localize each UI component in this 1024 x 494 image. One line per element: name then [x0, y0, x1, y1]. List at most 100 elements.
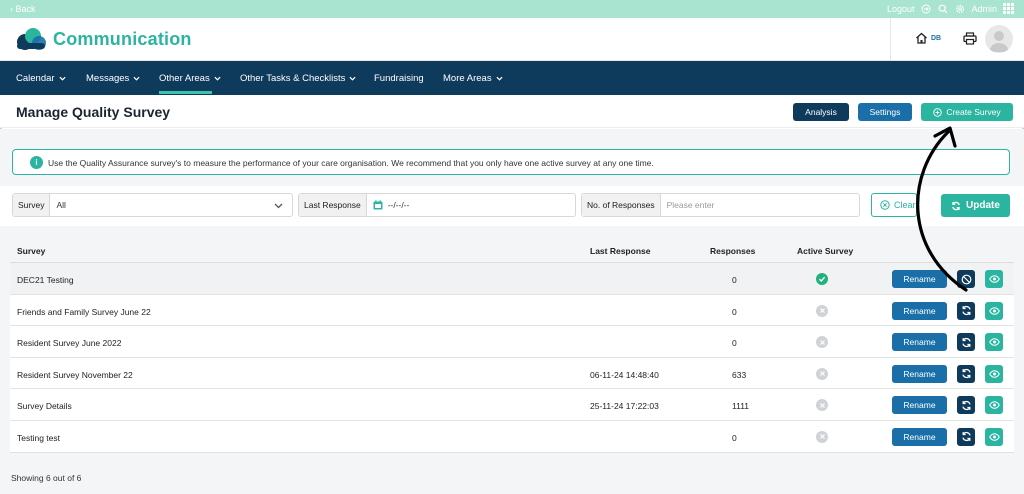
create-survey-button[interactable]: Create Survey	[921, 103, 1013, 121]
view-eye-icon[interactable]	[985, 396, 1003, 415]
table-row: Testing test 0 Rename	[10, 420, 1014, 453]
inactive-cross-icon	[816, 399, 828, 412]
info-banner: i Use the Quality Assurance survey's to …	[12, 149, 1010, 175]
nav-active-indicator	[159, 91, 212, 94]
back-link[interactable]: ‹ Back	[10, 4, 36, 14]
response-count: 0	[732, 432, 737, 443]
nav-label: Fundraising	[374, 73, 424, 84]
survey-name: Resident Survey November 22	[17, 369, 133, 380]
inactive-cross-icon	[816, 304, 828, 317]
survey-select-value: All	[56, 200, 66, 210]
response-count: 1111	[732, 401, 750, 412]
print-icon[interactable]	[963, 32, 977, 50]
app-logo-icon	[15, 27, 49, 51]
nav-label: Other Areas	[159, 73, 210, 84]
home-badge: DB	[931, 34, 942, 42]
table-row: Resident Survey June 2022 0 Rename	[10, 326, 1014, 358]
survey-name: Friends and Family Survey June 22	[17, 306, 151, 317]
nav-more-areas[interactable]: More Areas	[443, 73, 503, 84]
responses-filter[interactable]: No. of Responses Please enter	[581, 193, 860, 217]
plus-circle-icon	[933, 107, 943, 117]
clear-button[interactable]: Clear	[871, 193, 917, 217]
col-last-response: Last Response	[590, 246, 651, 256]
responses-filter-label: No. of Responses	[582, 194, 661, 216]
gear-icon[interactable]	[954, 3, 965, 14]
refresh-icon	[952, 201, 960, 210]
search-icon[interactable]	[937, 3, 948, 14]
top-utility-bar: ‹ Back Logout Admin	[0, 0, 1024, 18]
nav-other-tasks[interactable]: Other Tasks & Checklists	[240, 73, 356, 84]
nav-label: Other Tasks & Checklists	[240, 73, 346, 84]
responses-input[interactable]: Please enter	[661, 194, 859, 216]
main-nav: Calendar Messages Other Areas Other Task…	[0, 61, 1024, 95]
rename-button[interactable]: Rename	[892, 333, 947, 352]
user-name[interactable]: Admin	[971, 4, 997, 14]
last-response-value: --/--/--	[387, 200, 410, 210]
logout-link[interactable]: Logout	[887, 4, 915, 14]
update-button[interactable]: Update	[941, 194, 1010, 217]
close-circle-icon	[880, 200, 890, 210]
home-icon	[916, 32, 927, 44]
activate-refresh-icon[interactable]	[957, 301, 975, 320]
col-responses: Responses	[710, 246, 756, 256]
table-row: Survey Details 25-11-24 17:22:03 1111 Renam…	[10, 389, 1014, 421]
last-response-label: Last Response	[299, 194, 367, 216]
col-survey: Survey	[17, 246, 46, 256]
last-response-filter[interactable]: Last Response --/--/--	[298, 193, 576, 217]
chevron-down-icon	[274, 203, 283, 209]
activate-refresh-icon[interactable]	[957, 427, 975, 446]
pagination-summary: Showing 6 out of 6	[11, 473, 82, 483]
survey-select[interactable]: All	[50, 194, 292, 216]
view-eye-icon[interactable]	[985, 333, 1003, 352]
view-eye-icon[interactable]	[985, 270, 1003, 288]
nav-label: More Areas	[443, 73, 492, 84]
table-row: Resident Survey November 22 06-11-24 14:4…	[10, 357, 1014, 390]
rename-button[interactable]: Rename	[892, 270, 947, 288]
settings-button[interactable]: Settings	[858, 103, 912, 121]
response-count: 0	[732, 275, 737, 285]
rename-button[interactable]: Rename	[892, 301, 947, 320]
last-response-date[interactable]: --/--/--	[367, 194, 575, 216]
view-eye-icon[interactable]	[985, 427, 1003, 446]
survey-table: Survey Last Response Responses Active Su…	[10, 236, 1014, 453]
nav-messages[interactable]: Messages	[86, 73, 140, 84]
app-name: Communication	[53, 29, 192, 49]
survey-filter[interactable]: Survey All	[12, 193, 293, 217]
view-eye-icon[interactable]	[985, 364, 1003, 383]
create-survey-label: Create Survey	[946, 107, 1001, 117]
activate-refresh-icon[interactable]	[957, 364, 975, 383]
rename-button[interactable]: Rename	[892, 364, 947, 383]
view-eye-icon[interactable]	[985, 301, 1003, 320]
deactivate-icon[interactable]	[957, 270, 975, 288]
analysis-button[interactable]: Analysis	[793, 103, 849, 121]
inactive-cross-icon	[816, 336, 828, 349]
apps-grid-icon[interactable]	[1003, 3, 1014, 14]
table-header: Survey Last Response Responses Active Su…	[10, 236, 1014, 263]
activate-refresh-icon[interactable]	[957, 396, 975, 415]
nav-label: Messages	[86, 73, 130, 84]
active-check-icon	[816, 273, 828, 285]
survey-name: Resident Survey June 2022	[17, 338, 122, 349]
survey-name: Survey Details	[17, 401, 72, 412]
col-active-survey: Active Survey	[797, 246, 854, 256]
survey-filter-label: Survey	[13, 194, 51, 216]
inactive-cross-icon	[816, 430, 828, 443]
update-label: Update	[966, 200, 1000, 211]
home-button[interactable]: DB	[915, 32, 941, 44]
nav-calendar[interactable]: Calendar	[16, 73, 66, 84]
brand-bar: Communication DB	[0, 18, 1024, 61]
chevron-down-icon	[59, 76, 66, 81]
rename-button[interactable]: Rename	[892, 396, 947, 415]
rename-button[interactable]: Rename	[892, 427, 947, 446]
page-title: Manage Quality Survey	[16, 104, 171, 120]
nav-fundraising[interactable]: Fundraising	[374, 73, 424, 84]
avatar[interactable]	[985, 25, 1013, 53]
nav-other-areas[interactable]: Other Areas	[159, 73, 221, 84]
activate-refresh-icon[interactable]	[957, 333, 975, 352]
table-body: DEC21 Testing 0 Rename Friends and Family S…	[10, 263, 1014, 453]
survey-name: Testing test	[17, 432, 60, 443]
table-row: DEC21 Testing 0 Rename	[10, 263, 1014, 295]
response-count: 0	[732, 338, 737, 349]
logout-icon[interactable]	[920, 3, 931, 14]
info-text: Use the Quality Assurance survey's to me…	[48, 158, 654, 168]
